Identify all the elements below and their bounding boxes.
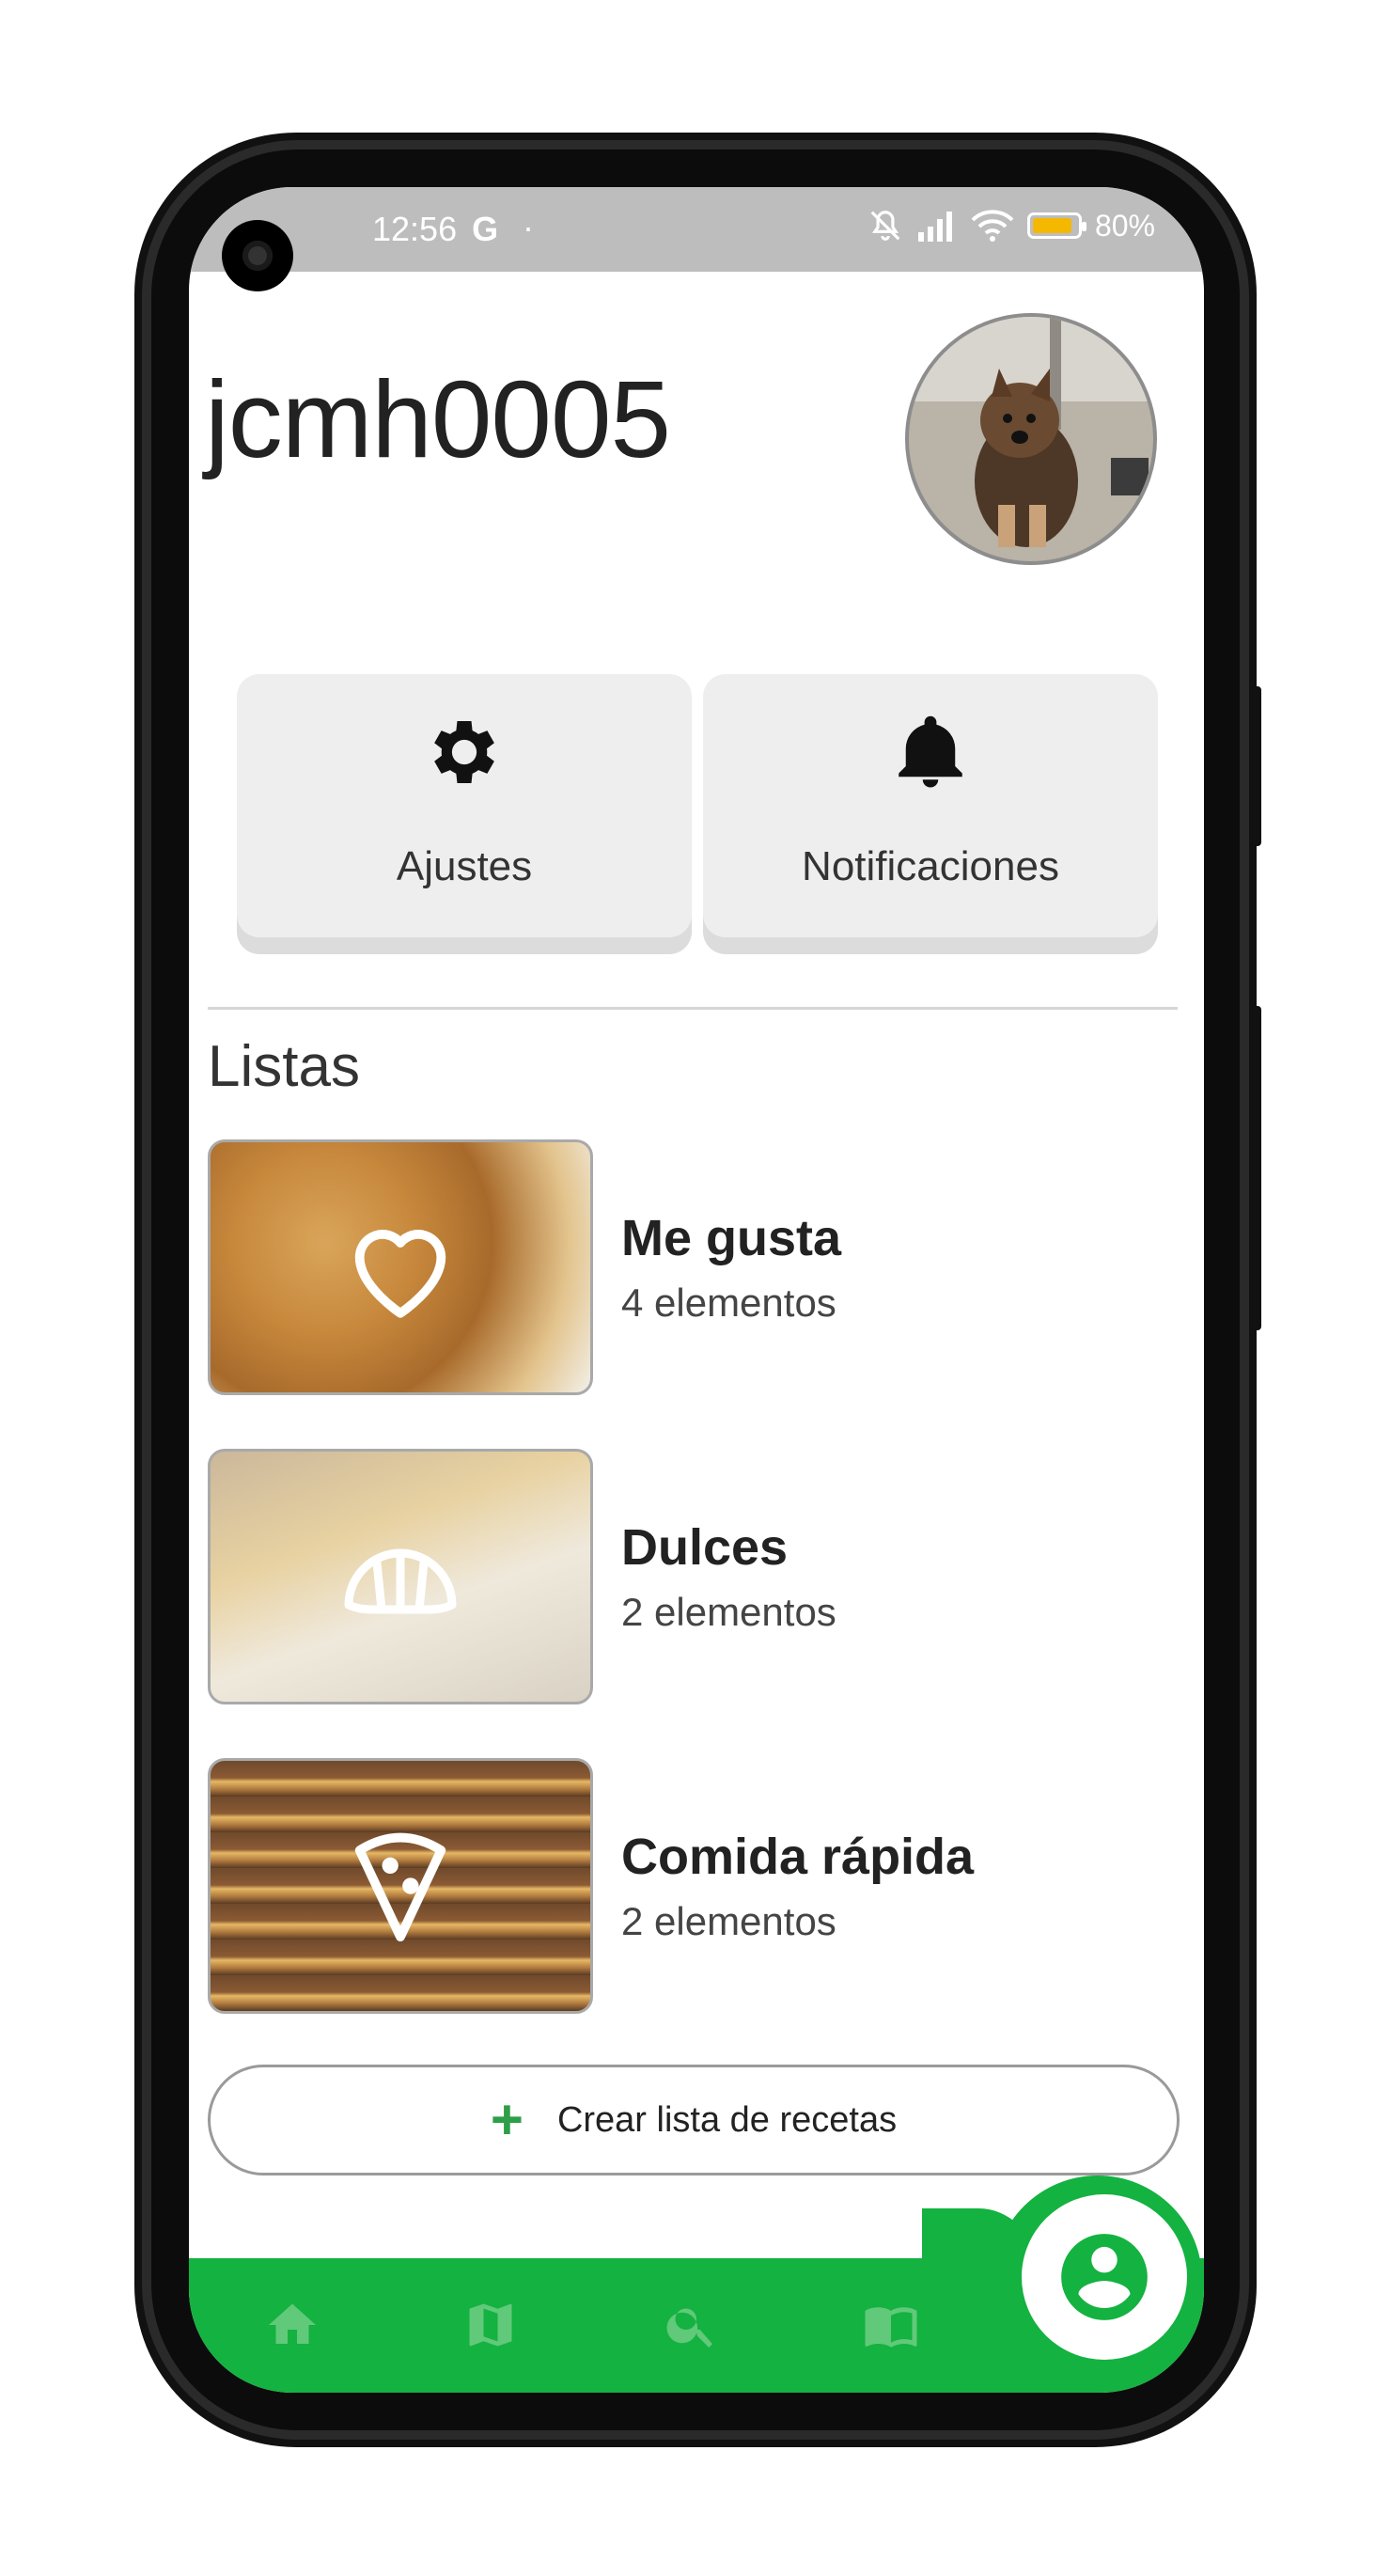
battery-icon <box>1026 212 1086 239</box>
list-count: 2 elementos <box>621 1590 836 1634</box>
list-thumbnail <box>208 1139 593 1395</box>
list-item-dulces[interactable]: Dulces 2 elementos <box>208 1449 1148 1706</box>
list-title: Comida rápida <box>621 1829 975 1885</box>
status-time: 12:56 G <box>372 210 498 249</box>
gear-icon <box>434 721 494 783</box>
create-list-label: Crear lista de recetas <box>556 2099 898 2140</box>
map-icon[interactable] <box>462 2297 519 2353</box>
list-thumbnail <box>208 1758 593 2014</box>
profile-tab[interactable] <box>993 2175 1202 2384</box>
divider <box>208 1007 1178 1010</box>
avatar[interactable] <box>905 313 1157 565</box>
list-count: 2 elementos <box>621 1899 836 1943</box>
home-icon[interactable] <box>264 2297 320 2353</box>
front-camera <box>222 220 293 291</box>
username: jcmh0005 <box>205 358 671 480</box>
muted-bell-icon <box>870 211 900 241</box>
heart-icon <box>354 1230 446 1318</box>
list-item-me-gusta[interactable]: Me gusta 4 elementos <box>208 1139 1148 1397</box>
lists-title: Listas <box>208 1034 360 1099</box>
notifications-label: Notificaciones <box>802 843 1059 889</box>
phone-side-button <box>1252 1006 1261 1330</box>
wifi-icon <box>971 210 1014 242</box>
list-item-comida-rapida[interactable]: Comida rápida 2 elementos <box>208 1758 1148 2016</box>
status-bar: 12:56 G · 80% <box>189 187 1204 272</box>
create-list-button[interactable]: + Crear lista de recetas <box>208 2065 1180 2175</box>
signal-icon <box>917 212 952 242</box>
list-thumbnail <box>208 1449 593 1704</box>
list-count: 4 elementos <box>621 1280 836 1325</box>
pizza-icon <box>354 1832 446 1942</box>
search-icon[interactable] <box>664 2297 720 2353</box>
settings-button[interactable]: Ajustes <box>237 674 692 937</box>
app-screen: 12:56 G · 80% jcmh0005 Ajustes Notificac… <box>189 187 1204 2393</box>
settings-label: Ajustes <box>396 843 533 889</box>
status-dot: · <box>523 208 534 246</box>
book-icon[interactable] <box>863 2297 919 2353</box>
status-icons: 80% <box>867 208 1155 243</box>
battery-percent: 80% <box>1094 208 1155 243</box>
profile-icon <box>1061 2234 1148 2320</box>
croissant-icon <box>344 1548 457 1614</box>
phone-side-button <box>1252 686 1261 846</box>
list-title: Dulces <box>621 1519 789 1576</box>
list-title: Me gusta <box>621 1210 842 1266</box>
google-badge: G <box>472 210 499 248</box>
plus-icon: + <box>490 2088 524 2151</box>
status-time-text: 12:56 <box>372 210 458 248</box>
profile-fab[interactable] <box>1022 2194 1187 2360</box>
bell-icon <box>899 715 962 788</box>
dog-photo <box>909 317 1153 561</box>
notifications-button[interactable]: Notificaciones <box>703 674 1158 937</box>
